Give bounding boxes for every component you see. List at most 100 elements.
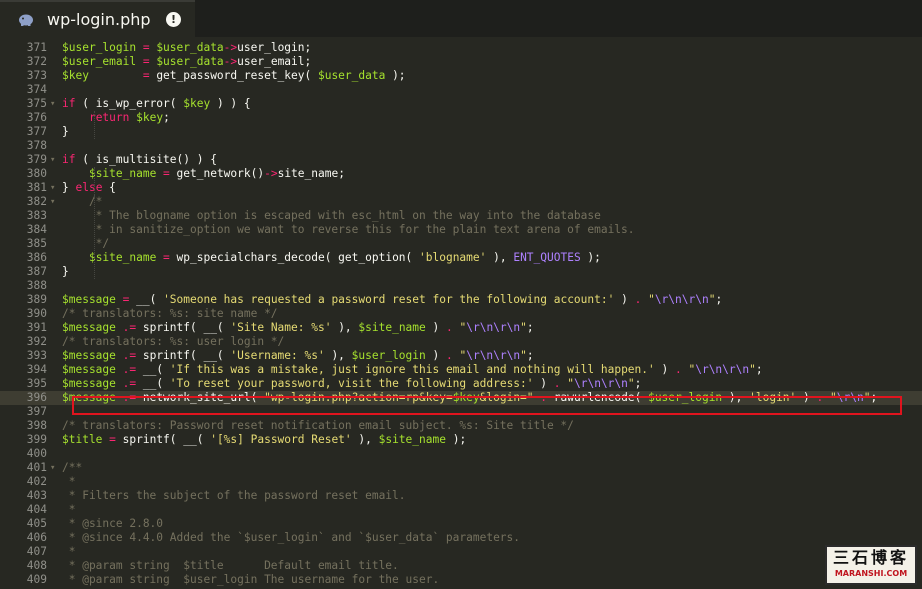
- code-text: $key = get_password_reset_key( $user_dat…: [62, 69, 406, 83]
- code-token: \r\n\r\n: [654, 293, 709, 306]
- code-text: $message .= __( 'To reset your password,…: [62, 377, 641, 391]
- code-line[interactable]: 405 * @since 2.8.0: [0, 517, 922, 531]
- code-token: $user_login: [62, 41, 137, 54]
- code-token: ),: [324, 349, 352, 362]
- line-number: 377: [26, 125, 47, 138]
- code-line[interactable]: 403 * Filters the subject of the passwor…: [0, 489, 922, 503]
- code-line[interactable]: 393 $message .= sprintf( __( 'Username: %…: [0, 349, 922, 363]
- code-token: .=: [115, 363, 143, 376]
- code-token: ;: [755, 363, 763, 376]
- line-number: 394: [26, 363, 47, 376]
- code-text: $message = __( 'Someone has requested a …: [62, 293, 722, 307]
- code-text: * Filters the subject of the password re…: [62, 489, 406, 503]
- line-number: 379: [26, 153, 47, 166]
- code-line[interactable]: 406 * @since 4.4.0 Added the `$user_logi…: [0, 531, 922, 545]
- line-number: 400: [26, 447, 47, 460]
- code-token: get_password_reset_key(: [156, 69, 318, 82]
- code-line[interactable]: 386 $site_name = wp_specialchars_decode(…: [0, 251, 922, 265]
- code-line[interactable]: 376 return $key;: [0, 111, 922, 125]
- fold-arrow-icon[interactable]: ▾: [50, 461, 55, 475]
- code-token: $site_name: [378, 433, 446, 446]
- code-line[interactable]: 387}: [0, 265, 922, 279]
- code-token: ): [425, 349, 446, 362]
- code-line[interactable]: 408 * @param string $title Default email…: [0, 559, 922, 573]
- editor-tab-wp-login[interactable]: wp-login.php !: [0, 0, 195, 37]
- code-line[interactable]: 384 * in sanitize_option we want to reve…: [0, 223, 922, 237]
- code-line[interactable]: 378: [0, 139, 922, 153]
- code-text: $user_login = $user_data->user_login;: [62, 41, 311, 55]
- code-line[interactable]: 389 $message = __( 'Someone has requested…: [0, 293, 922, 307]
- code-line[interactable]: 394 $message .= __( 'If this was a mistak…: [0, 363, 922, 377]
- code-line[interactable]: 374: [0, 83, 922, 97]
- code-area[interactable]: 371 $user_login = $user_data->user_login;…: [0, 37, 922, 589]
- code-token: $key: [183, 97, 211, 110]
- code-token: __(: [142, 363, 170, 376]
- line-number: 395: [26, 377, 47, 390]
- code-line[interactable]: 398 /* translators: Password reset notifi…: [0, 419, 922, 433]
- code-token: $site_name: [88, 167, 157, 180]
- code-text: /**: [62, 461, 82, 475]
- code-token: $user_data: [317, 69, 386, 82]
- code-line[interactable]: 399 $title = sprintf( __( '[%s] Password …: [0, 433, 922, 447]
- code-token: );: [385, 69, 406, 82]
- fold-arrow-icon[interactable]: ▾: [50, 195, 55, 209]
- code-line[interactable]: 400: [0, 447, 922, 461]
- code-token: ;: [526, 321, 534, 334]
- code-token: user_email;: [237, 55, 312, 68]
- code-line[interactable]: 381 ▾} else {: [0, 181, 922, 195]
- code-token: ": [520, 349, 527, 362]
- code-text: }: [62, 125, 69, 139]
- code-line[interactable]: 383 * The blogname option is escaped wit…: [0, 209, 922, 223]
- fold-arrow-icon[interactable]: ▾: [50, 181, 55, 195]
- code-text: * The blogname option is escaped with es…: [62, 209, 601, 223]
- code-token: ),: [486, 251, 514, 264]
- code-line[interactable]: 375 ▾ if ( is_wp_error( $key ) ) {: [0, 97, 922, 111]
- code-line[interactable]: 409 * @param string $user_login The user…: [0, 573, 922, 587]
- code-line[interactable]: 395 $message .= __( 'To reset your passwo…: [0, 377, 922, 391]
- code-line[interactable]: 402 *: [0, 475, 922, 489]
- highlight-annotation-box: [72, 396, 902, 415]
- code-token: ->: [223, 55, 238, 68]
- code-line[interactable]: 377}: [0, 125, 922, 139]
- code-text: if ( is_wp_error( $key ) ) {: [62, 97, 251, 111]
- code-line[interactable]: 371 $user_login = $user_data->user_login;: [0, 41, 922, 55]
- code-text: * @param string $user_login The username…: [62, 573, 439, 587]
- code-token: * @param string $title Default email tit…: [62, 559, 399, 572]
- code-token: .: [445, 321, 453, 334]
- line-number: 387: [26, 265, 47, 278]
- line-number: 388: [26, 279, 47, 292]
- line-number: 380: [26, 167, 47, 180]
- code-editor[interactable]: 371 $user_login = $user_data->user_login;…: [0, 37, 922, 589]
- code-text: /*: [62, 195, 102, 209]
- code-line[interactable]: 391 $message .= sprintf( __( 'Site Name: …: [0, 321, 922, 335]
- code-line[interactable]: 390 /* translators: %s: site name */: [0, 307, 922, 321]
- code-token: ),: [331, 321, 359, 334]
- line-number: 403: [26, 489, 47, 502]
- line-number: 409: [26, 573, 47, 586]
- code-line[interactable]: 382 ▾ /*: [0, 195, 922, 209]
- code-token: ): [425, 321, 446, 334]
- line-number: 408: [26, 559, 47, 572]
- code-token: \r\n\r\n: [466, 349, 521, 362]
- code-line[interactable]: 379 ▾ if ( is_multisite() ) {: [0, 153, 922, 167]
- warning-icon[interactable]: !: [166, 12, 181, 27]
- code-line[interactable]: 385 */: [0, 237, 922, 251]
- code-line[interactable]: 404 *: [0, 503, 922, 517]
- code-line[interactable]: 373 $key = get_password_reset_key( $user_…: [0, 69, 922, 83]
- code-line[interactable]: 407 *: [0, 545, 922, 559]
- code-line[interactable]: 388: [0, 279, 922, 293]
- code-line[interactable]: 372 $user_email = $user_data->user_email;: [0, 55, 922, 69]
- line-number: 375: [26, 97, 47, 110]
- code-line[interactable]: 401 ▾ /**: [0, 461, 922, 475]
- fold-arrow-icon[interactable]: ▾: [50, 97, 55, 111]
- code-line[interactable]: 392 /* translators: %s: user login */: [0, 335, 922, 349]
- code-text: *: [62, 503, 76, 517]
- code-token: =: [115, 293, 137, 306]
- code-line[interactable]: 380 $site_name = get_network()->site_nam…: [0, 167, 922, 181]
- line-number: 396: [26, 391, 47, 404]
- code-token: 'Someone has requested a password reset …: [163, 293, 615, 306]
- line-number: 390: [26, 307, 47, 320]
- fold-arrow-icon[interactable]: ▾: [50, 153, 55, 167]
- logo-en-text: MARANSHI.COM: [834, 569, 908, 578]
